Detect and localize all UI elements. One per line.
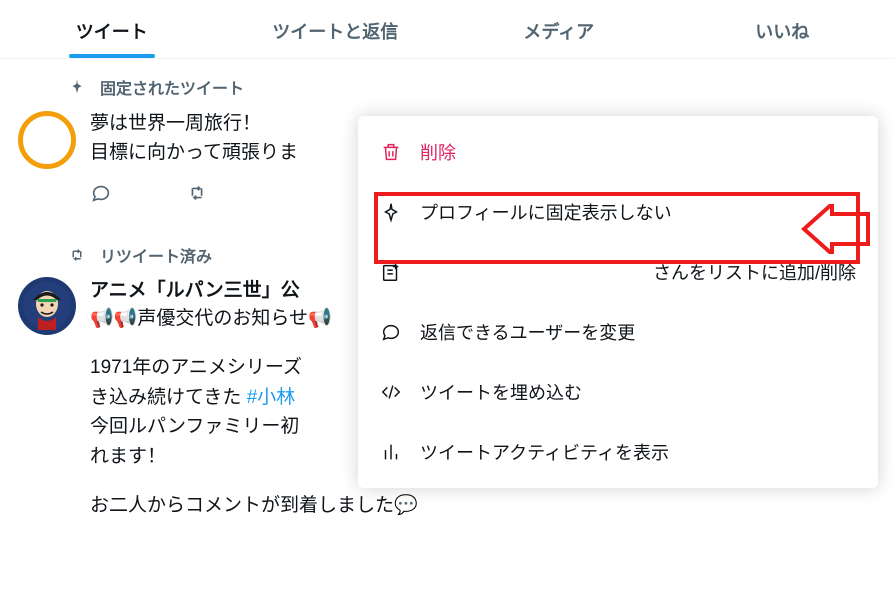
profile-tabs: ツイート ツイートと返信 メディア いいね: [0, 0, 894, 59]
reply-button[interactable]: [90, 182, 112, 209]
tab-likes[interactable]: いいね: [671, 0, 894, 58]
menu-label: 返信できるユーザーを変更: [420, 319, 635, 345]
menu-label: プロフィールに固定表示しない: [420, 199, 672, 225]
pin-icon: [68, 78, 86, 96]
menu-label: 削除: [420, 139, 456, 165]
reply-icon: [380, 321, 402, 343]
menu-delete[interactable]: 削除: [358, 122, 878, 182]
megaphone-emoji: 📢: [90, 308, 114, 329]
hashtag-link[interactable]: #小林: [247, 387, 296, 408]
avatar[interactable]: [18, 111, 76, 169]
reply-icon: [90, 182, 112, 204]
tweet-line: お二人からコメントが到着しました💬: [90, 491, 876, 520]
menu-label: さんをリストに追加/削除: [420, 259, 856, 285]
embed-icon: [380, 381, 402, 403]
retweet-icon: [186, 182, 208, 204]
retweet-icon: [68, 246, 86, 264]
retweeted-label: リツイート済み: [100, 243, 212, 267]
menu-reply-settings[interactable]: 返信できるユーザーを変更: [358, 302, 878, 362]
retweet-button[interactable]: [186, 182, 208, 209]
menu-label: ツイートを埋め込む: [420, 379, 582, 405]
menu-label: ツイートアクティビティを表示: [420, 439, 669, 465]
tweet-more-menu: 削除 プロフィールに固定表示しない さんをリストに追加/削除 返信できるユーザー…: [358, 116, 878, 488]
pin-icon: [380, 201, 402, 223]
tab-replies[interactable]: ツイートと返信: [224, 0, 448, 58]
lupin-avatar-art: [23, 282, 71, 330]
subline: 📢声優交代のお知らせ: [114, 308, 308, 329]
analytics-icon: [380, 441, 402, 463]
tab-media[interactable]: メディア: [447, 0, 671, 58]
megaphone-emoji: 📢: [308, 308, 332, 329]
avatar[interactable]: [18, 277, 76, 335]
menu-unpin[interactable]: プロフィールに固定表示しない: [358, 182, 878, 242]
menu-add-to-list[interactable]: さんをリストに追加/削除: [358, 242, 878, 302]
trash-icon: [380, 141, 402, 163]
pinned-label: 固定されたツイート: [100, 75, 244, 99]
tab-tweets[interactable]: ツイート: [0, 0, 224, 58]
menu-embed[interactable]: ツイートを埋め込む: [358, 362, 878, 422]
menu-analytics[interactable]: ツイートアクティビティを表示: [358, 422, 878, 482]
pinned-indicator: 固定されたツイート: [18, 59, 876, 105]
list-add-icon: [380, 261, 402, 283]
